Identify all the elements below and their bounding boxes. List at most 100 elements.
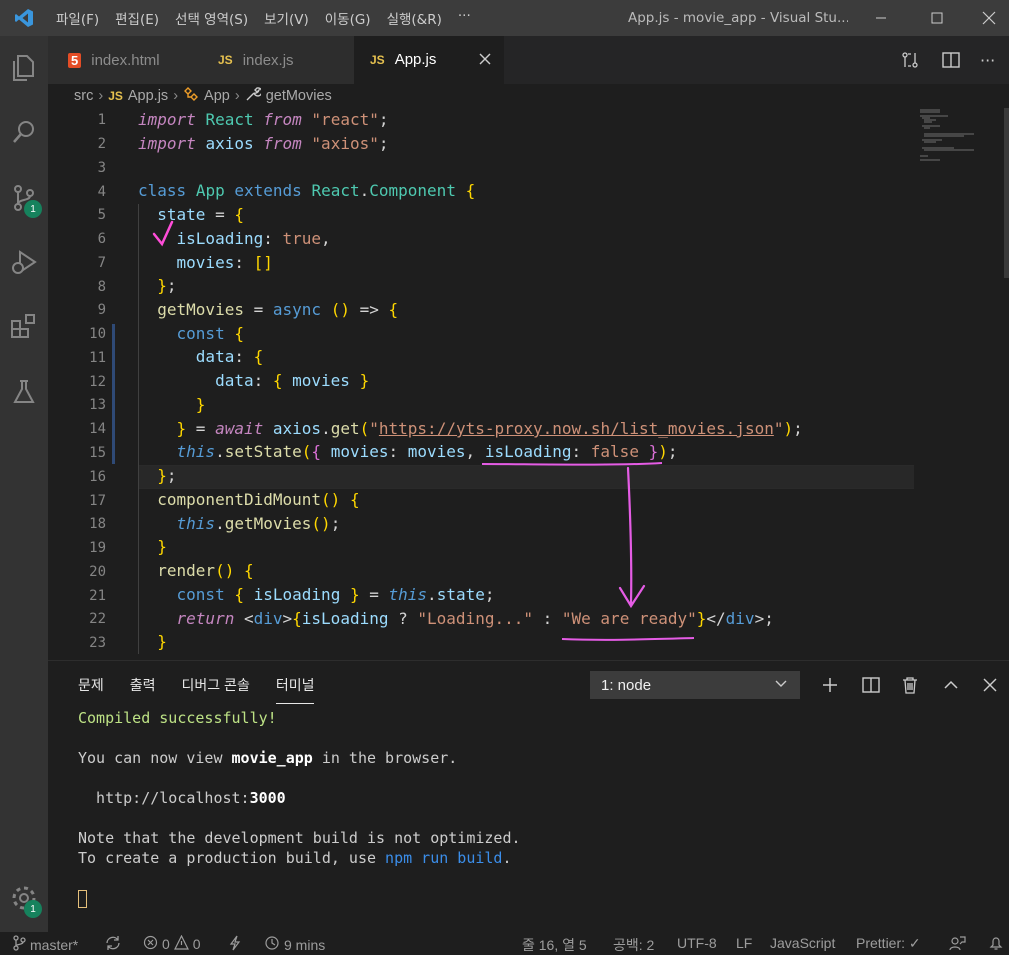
js-icon: JS xyxy=(218,53,233,67)
time-status[interactable]: 9 mins xyxy=(264,935,325,954)
close-panel-icon[interactable] xyxy=(978,673,1002,697)
minimize-button[interactable] xyxy=(856,0,906,36)
code-editor[interactable]: 1 2 3 4 5 6 7 8 9 10 11 12 13 14 15 16 1… xyxy=(48,108,1009,660)
new-terminal-icon[interactable] xyxy=(818,673,842,697)
bottom-panel: 문제 출력 디버그 콘솔 터미널 1: node Compiled succes… xyxy=(48,660,1009,932)
tab-debug-console[interactable]: 디버그 콘솔 xyxy=(182,675,250,704)
js-icon: JS xyxy=(108,89,123,103)
terminal-select[interactable]: 1: node xyxy=(590,671,800,699)
terminal-url-line[interactable]: http://localhost:3000 xyxy=(78,789,286,807)
tab-output[interactable]: 출력 xyxy=(130,675,156,704)
underline-annotation xyxy=(561,637,695,641)
warning-count: 0 xyxy=(192,936,201,952)
close-tab-icon[interactable] xyxy=(478,52,492,70)
menu-file[interactable]: 파일(F) xyxy=(48,8,107,28)
settings-gear-icon[interactable]: 1 xyxy=(0,874,48,922)
handwritten-annotations xyxy=(152,220,695,641)
history-icon xyxy=(264,935,280,954)
problems-status[interactable]: 0 0 xyxy=(143,934,201,953)
menu-edit[interactable]: 편집(E) xyxy=(107,8,167,28)
prettier-status[interactable]: Prettier: ✓ xyxy=(856,935,921,952)
chevron-right-icon: › xyxy=(234,88,240,104)
run-debug-icon[interactable] xyxy=(0,238,48,286)
testing-flask-icon[interactable] xyxy=(0,368,48,416)
source-control-icon[interactable]: 1 xyxy=(0,174,48,222)
breadcrumb-file[interactable]: App.js xyxy=(128,88,168,104)
branch-status[interactable]: master* xyxy=(12,935,78,954)
extensions-icon[interactable] xyxy=(0,302,48,350)
terminal-compiled-line: Compiled successfully! xyxy=(78,709,277,727)
vscode-logo-icon xyxy=(0,0,48,36)
warning-icon xyxy=(173,934,189,953)
split-terminal-icon[interactable] xyxy=(859,673,883,697)
error-icon xyxy=(143,935,158,953)
chevron-right-icon: › xyxy=(98,88,104,104)
arrow-annotation xyxy=(618,466,646,609)
terminal-note-line: Note that the development build is not o… xyxy=(78,829,521,847)
terminal-text: You can now view xyxy=(78,749,232,767)
trash-icon[interactable] xyxy=(898,673,922,697)
terminal-cursor xyxy=(78,890,87,908)
terminal-url: http://localhost: xyxy=(78,789,250,807)
close-window-button[interactable] xyxy=(968,0,1009,36)
editor-scrollbar[interactable] xyxy=(1004,108,1009,278)
tab-problems[interactable]: 문제 xyxy=(78,675,104,704)
checkmark-annotation xyxy=(152,220,174,247)
sync-icon[interactable] xyxy=(104,935,122,951)
tab-app-js[interactable]: JS App.js xyxy=(354,36,504,84)
notifications-bell-icon[interactable] xyxy=(988,935,1004,951)
tab-label: App.js xyxy=(394,51,437,68)
eol-status[interactable]: LF xyxy=(736,935,752,951)
search-icon[interactable] xyxy=(0,108,48,156)
menu-view[interactable]: 보기(V) xyxy=(256,8,317,28)
lightning-icon[interactable] xyxy=(228,935,242,951)
source-control-badge: 1 xyxy=(24,200,42,218)
more-actions-icon[interactable]: ··· xyxy=(980,36,995,84)
split-editor-icon[interactable] xyxy=(941,36,961,84)
tab-index-js[interactable]: JS index.js xyxy=(198,36,354,84)
branch-name: master* xyxy=(30,936,79,953)
breadcrumb-folder[interactable]: src xyxy=(74,88,93,104)
minimap[interactable] xyxy=(914,108,994,168)
terminal-text: To create a production build, use xyxy=(78,849,386,867)
feedback-icon[interactable] xyxy=(948,935,966,951)
tab-label: index.html xyxy=(91,51,160,69)
menu-go[interactable]: 이동(G) xyxy=(317,8,379,28)
property-wrench-icon xyxy=(245,86,263,106)
explorer-icon[interactable] xyxy=(0,44,48,92)
menu-bar: 파일(F) 편집(E) 선택 영역(S) 보기(V) 이동(G) 실행(&R) … xyxy=(48,8,479,28)
time-value: 9 mins xyxy=(284,936,326,953)
breadcrumb-class[interactable]: App xyxy=(204,88,230,104)
title-bar: 파일(F) 편집(E) 선택 영역(S) 보기(V) 이동(G) 실행(&R) … xyxy=(0,0,1009,36)
tab-index-html[interactable]: 5 index.html xyxy=(48,36,198,84)
terminal-view-line: You can now view movie_app in the browse… xyxy=(78,749,457,767)
cursor-position[interactable]: 줄 16, 열 5 xyxy=(522,935,587,955)
menu-run[interactable]: 실행(&R) xyxy=(379,8,450,28)
language-status[interactable]: JavaScript xyxy=(770,935,835,951)
tab-label: index.js xyxy=(242,51,294,69)
breadcrumb-method[interactable]: getMovies xyxy=(266,88,332,104)
activity-bar: 1 1 xyxy=(0,36,48,932)
terminal-port: 3000 xyxy=(249,789,286,807)
maximize-button[interactable] xyxy=(912,0,962,36)
git-branch-icon xyxy=(12,935,26,954)
maximize-panel-icon[interactable] xyxy=(939,673,963,697)
window-title: App.js - movie_app - Visual Stu... xyxy=(628,10,848,26)
chevron-down-icon xyxy=(773,675,789,695)
menu-more[interactable]: ··· xyxy=(450,8,479,28)
terminal-select-value: 1: node xyxy=(601,676,652,694)
open-changes-icon[interactable] xyxy=(900,36,920,84)
settings-badge: 1 xyxy=(24,900,42,918)
chevron-right-icon: › xyxy=(173,88,179,104)
breadcrumb: src › JS App.js › App › getMovies xyxy=(74,84,332,108)
status-bar: master* 0 0 9 mins 줄 16, 열 5 공백: 2 UTF-8… xyxy=(0,932,1009,955)
tab-terminal[interactable]: 터미널 xyxy=(275,675,315,704)
class-symbol-icon xyxy=(183,87,199,105)
underline-annotation xyxy=(481,462,663,466)
terminal-note-line: To create a production build, use npm ru… xyxy=(78,849,511,867)
encoding-status[interactable]: UTF-8 xyxy=(677,935,717,951)
terminal-app-name: movie_app xyxy=(231,749,313,767)
menu-selection[interactable]: 선택 영역(S) xyxy=(167,8,256,28)
indentation-status[interactable]: 공백: 2 xyxy=(613,935,654,955)
terminal-text: . xyxy=(502,849,512,867)
